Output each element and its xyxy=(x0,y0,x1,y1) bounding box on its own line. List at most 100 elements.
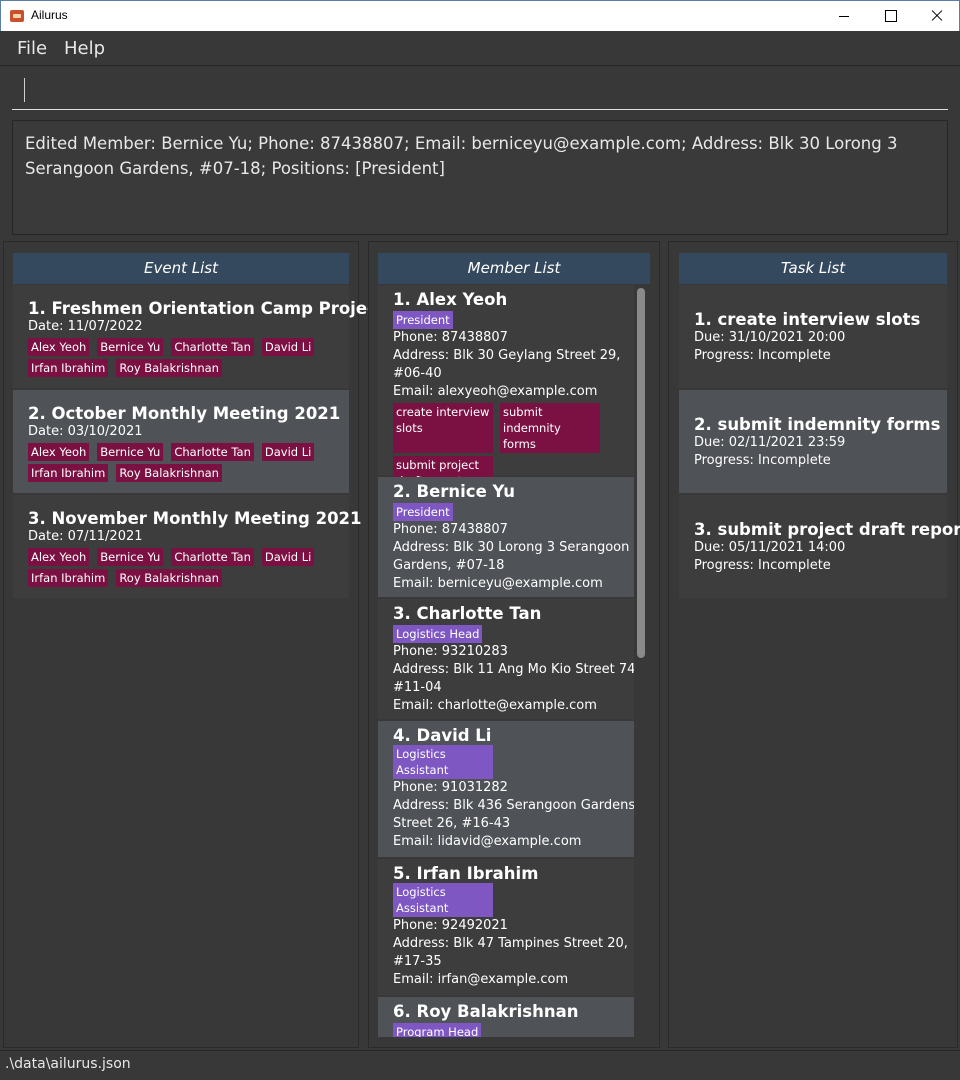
task-card[interactable]: 3. submit project draft report Due: 05/1… xyxy=(679,495,960,598)
member-tag: David Li xyxy=(261,338,315,356)
member-tag: Charlotte Tan xyxy=(171,548,254,566)
event-date: Date: 07/11/2021 xyxy=(28,529,143,544)
event-date: Date: 03/10/2021 xyxy=(28,424,143,439)
member-name: 4. David Li xyxy=(393,726,492,745)
member-phone: Phone: 87438807 xyxy=(393,522,508,537)
title-bar: Ailurus xyxy=(0,0,960,31)
member-phone: Phone: 91031282 xyxy=(393,780,508,795)
member-card[interactable]: 6. Roy Balakrishnan Program Head xyxy=(378,997,634,1037)
member-name: 1. Alex Yeoh xyxy=(393,290,508,309)
member-address: Address: Blk 30 Lorong 3 Serangoon xyxy=(393,540,630,555)
member-email: Email: lidavid@example.com xyxy=(393,834,582,849)
event-date: Date: 11/07/2022 xyxy=(28,319,143,334)
task-card[interactable]: 2. submit indemnity forms Due: 02/11/202… xyxy=(679,390,947,493)
status-bar: .\data\ailurus.json xyxy=(0,1050,960,1080)
task-due: Due: 31/10/2021 20:00 xyxy=(694,330,846,345)
member-tag: Bernice Yu xyxy=(97,443,164,461)
position-tag: President xyxy=(393,503,453,521)
member-name: 5. Irfan Ibrahim xyxy=(393,864,539,883)
task-tag: submit indemnity forms xyxy=(500,403,600,453)
task-progress: Progress: Incomplete xyxy=(694,348,831,363)
task-due: Due: 05/11/2021 14:00 xyxy=(694,540,846,555)
task-list-panel: Task List 1. create interview slots Due:… xyxy=(668,241,960,1048)
position-tag: President xyxy=(393,311,453,329)
menu-help[interactable]: Help xyxy=(64,38,105,59)
text-caret xyxy=(24,78,25,102)
member-tag: Roy Balakrishnan xyxy=(116,359,222,377)
member-tag: Bernice Yu xyxy=(97,338,164,356)
member-phone: Phone: 87438807 xyxy=(393,330,508,345)
member-address: Address: Blk 30 Geylang Street 29, xyxy=(393,348,621,363)
task-title: 1. create interview slots xyxy=(694,310,921,329)
member-tag: Alex Yeoh xyxy=(28,338,90,356)
result-text: Edited Member: Bernice Yu; Phone: 874388… xyxy=(25,134,898,178)
member-tag: Alex Yeoh xyxy=(28,548,90,566)
event-card[interactable]: 2. October Monthly Meeting 2021 Date: 03… xyxy=(13,390,349,493)
task-list-header: Task List xyxy=(679,253,947,284)
command-box xyxy=(0,66,960,114)
member-tag: Roy Balakrishnan xyxy=(116,569,222,587)
event-list-header: Event List xyxy=(13,253,349,284)
task-title: 3. submit project draft report xyxy=(694,520,960,539)
event-member-tags: Alex Yeoh Bernice Yu Charlotte Tan David… xyxy=(28,443,349,482)
position-tag: Program Head xyxy=(393,1023,482,1037)
command-input[interactable] xyxy=(12,74,948,110)
member-name: 2. Bernice Yu xyxy=(393,482,516,501)
position-tag: Logistics Assistant xyxy=(393,883,493,917)
member-card[interactable]: 2. Bernice Yu President Phone: 87438807 … xyxy=(378,477,634,597)
event-title: 1. Freshmen Orientation Camp Project xyxy=(28,299,385,318)
task-progress: Progress: Incomplete xyxy=(694,558,831,573)
member-list-scroll[interactable]: 1. Alex Yeoh President Phone: 87438807 A… xyxy=(378,285,634,1037)
member-tag: Irfan Ibrahim xyxy=(28,464,109,482)
result-display: Edited Member: Bernice Yu; Phone: 874388… xyxy=(12,120,948,235)
member-tag: Bernice Yu xyxy=(97,548,164,566)
menu-bar: File Help xyxy=(0,31,960,66)
event-title: 3. November Monthly Meeting 2021 xyxy=(28,509,362,528)
scrollbar-thumb[interactable] xyxy=(637,288,645,658)
member-tag: Irfan Ibrahim xyxy=(28,359,109,377)
member-tag: David Li xyxy=(261,443,315,461)
event-card[interactable]: 3. November Monthly Meeting 2021 Date: 0… xyxy=(13,495,362,598)
member-email: Email: irfan@example.com xyxy=(393,972,569,987)
task-tag: create interview slots xyxy=(393,403,493,453)
member-tag: Irfan Ibrahim xyxy=(28,569,109,587)
maximize-button[interactable] xyxy=(867,1,913,31)
member-address: Address: Blk 436 Serangoon Gardens xyxy=(393,798,634,813)
member-email: Email: alexyeoh@example.com xyxy=(393,384,598,399)
event-card[interactable]: 1. Freshmen Orientation Camp Project Dat… xyxy=(13,285,385,388)
member-address: Address: Blk 47 Tampines Street 20, xyxy=(393,936,628,951)
member-list-panel: Member List 1. Alex Yeoh President Phone… xyxy=(368,241,660,1048)
member-tag: Charlotte Tan xyxy=(171,443,254,461)
member-list-header: Member List xyxy=(378,253,650,284)
member-address: Address: Blk 11 Ang Mo Kio Street 74, xyxy=(393,662,634,677)
member-list-scrollbar[interactable] xyxy=(636,288,646,660)
save-location: .\data\ailurus.json xyxy=(5,1056,131,1072)
event-member-tags: Alex Yeoh Bernice Yu Charlotte Tan David… xyxy=(28,338,349,377)
app-icon xyxy=(10,10,24,22)
member-email: Email: berniceyu@example.com xyxy=(393,576,603,591)
member-tag: Charlotte Tan xyxy=(171,338,254,356)
task-title: 2. submit indemnity forms xyxy=(694,415,941,434)
position-tag: Logistics Assistant xyxy=(393,745,493,779)
menu-file[interactable]: File xyxy=(17,38,47,59)
event-member-tags: Alex Yeoh Bernice Yu Charlotte Tan David… xyxy=(28,548,349,587)
member-card[interactable]: 5. Irfan Ibrahim Logistics Assistant Pho… xyxy=(378,859,634,995)
member-card[interactable]: 4. David Li Logistics Assistant Phone: 9… xyxy=(378,721,634,857)
position-tag: Logistics Head xyxy=(393,625,483,643)
member-card[interactable]: 1. Alex Yeoh President Phone: 87438807 A… xyxy=(378,285,634,490)
member-name: 6. Roy Balakrishnan xyxy=(393,1002,579,1021)
member-phone: Phone: 92492021 xyxy=(393,918,508,933)
close-button[interactable] xyxy=(913,1,959,31)
event-title: 2. October Monthly Meeting 2021 xyxy=(28,404,341,423)
member-address-cont: #06-40 xyxy=(393,366,442,381)
member-tag: Roy Balakrishnan xyxy=(116,464,222,482)
member-tag: David Li xyxy=(261,548,315,566)
member-address-cont: #17-35 xyxy=(393,954,442,969)
member-address-cont: Gardens, #07-18 xyxy=(393,558,505,573)
member-card[interactable]: 3. Charlotte Tan Logistics Head Phone: 9… xyxy=(378,599,634,719)
member-phone: Phone: 93210283 xyxy=(393,644,508,659)
member-address-cont: Street 26, #16-43 xyxy=(393,816,511,831)
task-card[interactable]: 1. create interview slots Due: 31/10/202… xyxy=(679,285,947,388)
member-tag: Alex Yeoh xyxy=(28,443,90,461)
minimize-button[interactable] xyxy=(821,1,867,31)
